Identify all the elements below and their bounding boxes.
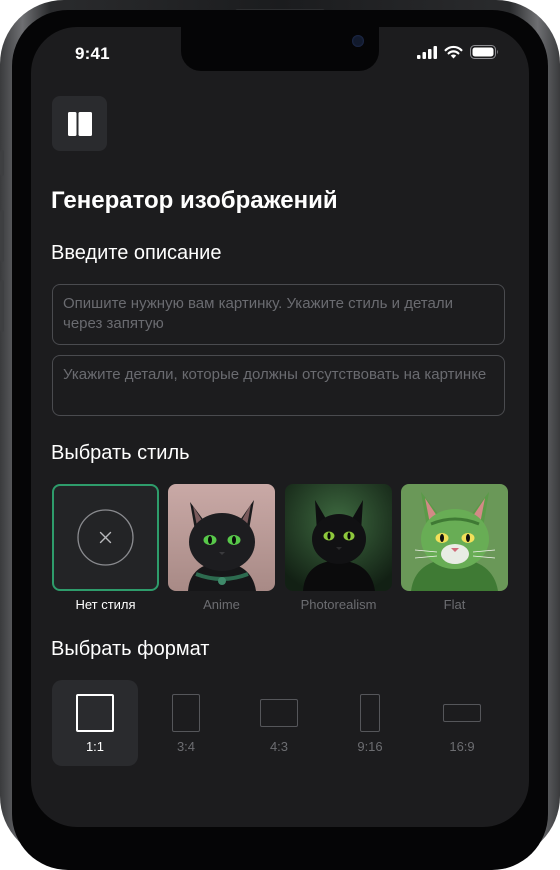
- style-option-none[interactable]: Нет стиля: [52, 484, 159, 612]
- format-option-3-4[interactable]: 3:4: [143, 680, 229, 766]
- volume-up-button: [0, 210, 4, 262]
- format-label: 9:16: [357, 739, 383, 754]
- aspect-portrait-icon: [172, 694, 200, 732]
- style-section-label: Выбрать стиль: [51, 442, 190, 464]
- aspect-landscape-icon: [260, 699, 298, 727]
- mute-switch: [0, 150, 4, 176]
- format-option-4-3[interactable]: 4:3: [236, 680, 322, 766]
- description-input[interactable]: [52, 284, 505, 345]
- style-label: Flat: [443, 597, 466, 612]
- battery-icon: [470, 45, 498, 59]
- style-thumb-none: [52, 484, 159, 591]
- photorealism-cat-image: [285, 484, 392, 591]
- aspect-square-icon: [76, 694, 114, 732]
- negative-prompt-input[interactable]: [52, 355, 505, 416]
- format-section-label: Выбрать формат: [51, 638, 210, 660]
- aspect-wide-icon: [443, 704, 481, 722]
- aspect-tall-icon: [360, 694, 380, 732]
- sidebar-icon: [67, 111, 92, 136]
- format-label: 4:3: [269, 739, 289, 754]
- format-label: 3:4: [176, 739, 196, 754]
- anime-cat-image: [168, 484, 275, 591]
- style-label: Photorealism: [300, 597, 377, 612]
- prompt-section-label: Введите описание: [51, 242, 222, 264]
- format-option-16-9[interactable]: 16:9: [419, 680, 505, 766]
- signal-icon: [417, 45, 437, 59]
- style-thumb-flat: [401, 484, 508, 591]
- format-label: 1:1: [85, 739, 105, 754]
- camera-icon: [352, 35, 364, 47]
- style-option-flat[interactable]: Flat: [401, 484, 508, 612]
- status-icons: [417, 45, 499, 59]
- wifi-icon: [444, 45, 463, 59]
- style-label: Anime: [203, 597, 240, 612]
- format-option-9-16[interactable]: 9:16: [327, 680, 413, 766]
- volume-down-button: [0, 280, 4, 332]
- page-title: Генератор изображений: [51, 187, 338, 214]
- style-thumb-anime: [168, 484, 275, 591]
- app-screen: 9:41 Генератор изображений Введите описа…: [31, 27, 529, 827]
- style-thumb-photorealism: [285, 484, 392, 591]
- style-option-anime[interactable]: Anime: [168, 484, 275, 612]
- phone-frame: 9:41 Генератор изображений Введите описа…: [0, 0, 560, 870]
- status-time: 9:41: [75, 44, 110, 63]
- style-label: Нет стиля: [75, 597, 136, 612]
- sidebar-toggle-button[interactable]: [52, 96, 107, 151]
- flat-cat-image: [401, 484, 508, 591]
- dynamic-island: [181, 27, 379, 71]
- format-label: 16:9: [449, 739, 475, 754]
- format-option-1-1[interactable]: 1:1: [52, 680, 138, 766]
- close-icon: [77, 509, 134, 566]
- style-option-photorealism[interactable]: Photorealism: [285, 484, 392, 612]
